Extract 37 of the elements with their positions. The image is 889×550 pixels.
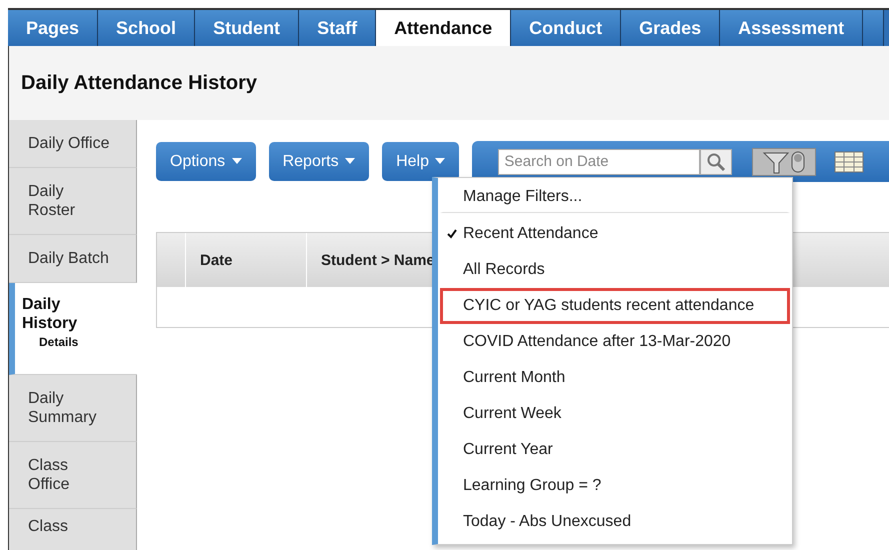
nav-tab[interactable]: Attendance <box>376 10 512 46</box>
nav-tab[interactable]: Student <box>195 10 300 46</box>
grid-icon[interactable] <box>834 150 864 172</box>
caret-icon <box>345 158 356 165</box>
menu-item[interactable]: Current Month <box>440 360 790 396</box>
sidebar-item[interactable]: Daily Office <box>9 120 137 168</box>
search-field[interactable]: Search on Date <box>498 148 700 174</box>
column-header[interactable]: Date <box>186 233 307 287</box>
caret-icon <box>232 158 242 165</box>
search-icon <box>706 152 726 172</box>
sidebar-item[interactable]: Class <box>9 509 137 550</box>
sidebar-item[interactable]: Daily Roster <box>9 168 137 235</box>
menu-item[interactable]: Learning Group = ? <box>440 468 790 504</box>
menu-item[interactable]: Today - Abs Unexcused <box>440 504 790 540</box>
page-title: Daily Attendance History <box>21 72 257 94</box>
sidebar-item[interactable]: Daily Batch <box>9 235 137 283</box>
nav-tab[interactable]: Staff <box>299 10 376 46</box>
filter-button[interactable] <box>752 148 816 176</box>
sidebar-item[interactable]: Daily History Details <box>9 283 137 375</box>
menu-item[interactable]: Manage Filters... <box>440 179 790 213</box>
caret-icon <box>435 158 446 165</box>
menu-item[interactable]: CYIC or YAG students recent attendance <box>440 288 790 324</box>
menu-item[interactable]: COVID Attendance after 13-Mar-2020 <box>440 324 790 360</box>
menu-item[interactable]: Current Week <box>440 396 790 432</box>
menu-button[interactable]: Reports <box>268 142 370 181</box>
sidebar-item[interactable]: Daily Summary <box>9 375 137 442</box>
nav-tab[interactable]: Conduct <box>511 10 622 46</box>
nav-tab[interactable] <box>863 10 884 46</box>
sidebar-item[interactable]: Class Office <box>9 442 137 509</box>
menu-button[interactable]: Options <box>156 142 256 181</box>
menu-item[interactable]: Current Year <box>440 432 790 468</box>
nav-tab[interactable]: Assessment <box>720 10 864 46</box>
search-button[interactable] <box>700 148 732 174</box>
nav-tab[interactable]: Pages <box>8 10 98 46</box>
menu-button[interactable]: Help <box>382 142 460 181</box>
nav-tab[interactable]: School <box>98 10 196 46</box>
nav-tab[interactable]: Grades <box>621 10 720 46</box>
